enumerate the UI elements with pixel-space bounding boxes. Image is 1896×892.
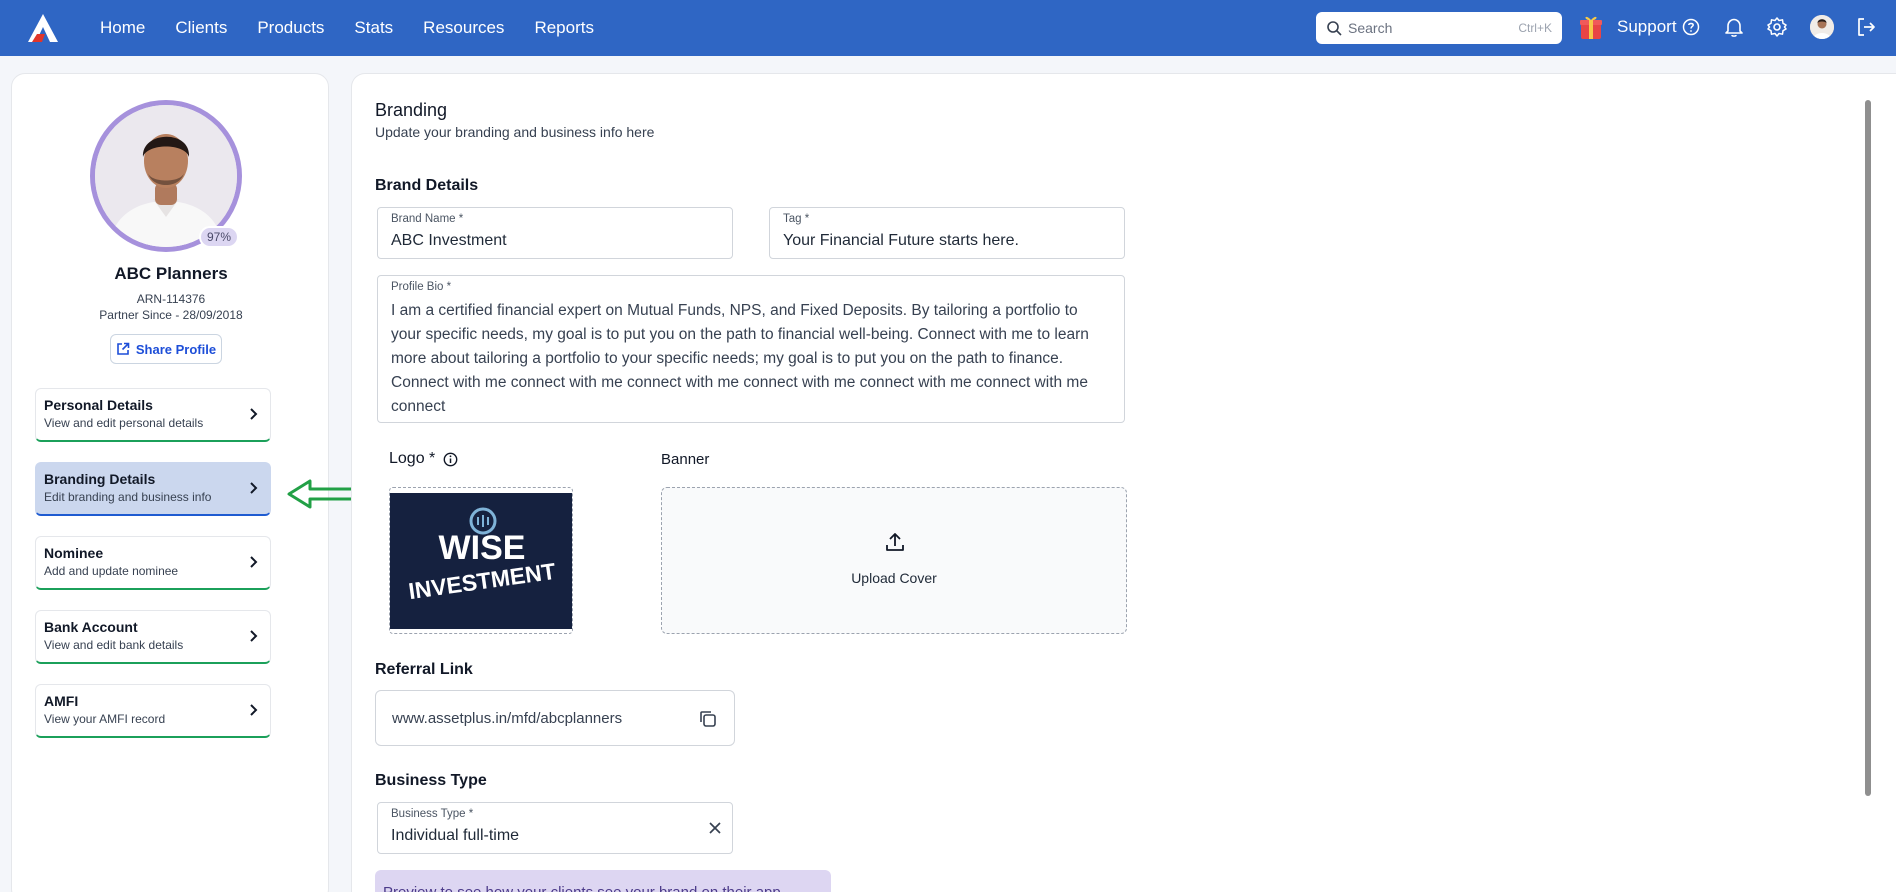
- profile-name: ABC Planners: [114, 264, 228, 283]
- banner-label: Banner: [661, 451, 710, 468]
- menu-title: Personal Details: [44, 397, 153, 413]
- search-input[interactable]: Search Ctrl+K: [1316, 12, 1562, 44]
- logout-icon[interactable]: [1855, 16, 1877, 38]
- chevron-right-icon: [250, 630, 258, 642]
- user-photo-icon: [1810, 15, 1834, 39]
- brand-logo-image: WISE INVESTMENT: [390, 493, 572, 629]
- menu-nominee[interactable]: Nominee Add and update nominee: [35, 536, 271, 590]
- chevron-right-icon: [250, 408, 258, 420]
- menu-branding-details[interactable]: Branding Details Edit branding and busin…: [35, 462, 271, 516]
- tag-field[interactable]: Tag * Your Financial Future starts here.: [769, 207, 1125, 259]
- nav-clients[interactable]: Clients: [175, 18, 227, 38]
- nav-reports[interactable]: Reports: [534, 18, 594, 38]
- menu-subtitle: Edit branding and business info: [44, 490, 212, 504]
- nav-stats[interactable]: Stats: [354, 18, 393, 38]
- logo-label: Logo *: [389, 450, 436, 467]
- menu-title: Branding Details: [44, 471, 156, 487]
- chevron-right-icon: [250, 704, 258, 716]
- search-shortcut: Ctrl+K: [1518, 21, 1552, 35]
- tag-value: Your Financial Future starts here.: [783, 232, 1019, 249]
- referral-link-value: www.assetplus.in/mfd/abcplanners: [392, 710, 623, 727]
- menu-title: Nominee: [44, 545, 104, 561]
- gift-icon[interactable]: [1580, 14, 1602, 40]
- page-title: Branding: [375, 100, 448, 120]
- brand-name-field[interactable]: Brand Name * ABC Investment: [377, 207, 733, 259]
- brand-name-value: ABC Investment: [391, 232, 507, 249]
- logo-text-top: WISE: [439, 529, 526, 567]
- logo-artwork-icon: WISE INVESTMENT: [390, 493, 572, 629]
- menu-subtitle: Add and update nominee: [44, 564, 179, 578]
- chevron-right-icon: [250, 556, 258, 568]
- branding-panel: [351, 73, 1896, 892]
- support-label: Support: [1617, 17, 1677, 36]
- bell-icon[interactable]: [1723, 16, 1745, 38]
- tag-label: Tag *: [783, 213, 810, 225]
- business-type-label: Business Type *: [391, 808, 474, 820]
- business-type-select[interactable]: Business Type * Individual full-time: [377, 802, 733, 854]
- app-logo-icon[interactable]: [28, 14, 58, 42]
- menu-bank-account[interactable]: Bank Account View and edit bank details: [35, 610, 271, 664]
- menu-subtitle: View and edit personal details: [44, 416, 204, 430]
- external-link-icon: [117, 342, 130, 355]
- menu-subtitle: View your AMFI record: [44, 712, 166, 726]
- banner-upload-box[interactable]: Upload Cover: [661, 487, 1127, 634]
- profile-completion-badge: 97%: [199, 226, 239, 248]
- upload-cover-label: Upload Cover: [851, 570, 937, 586]
- referral-link-field: www.assetplus.in/mfd/abcplanners: [375, 690, 735, 746]
- nav-home[interactable]: Home: [100, 18, 145, 38]
- business-type-heading: Business Type: [375, 772, 487, 789]
- referral-link-heading: Referral Link: [375, 661, 473, 678]
- menu-title: AMFI: [44, 693, 79, 709]
- close-icon[interactable]: [708, 821, 722, 835]
- menu-subtitle: View and edit bank details: [44, 638, 184, 652]
- profile-partner-since: Partner Since - 28/09/2018: [99, 308, 243, 322]
- menu-amfi[interactable]: AMFI View your AMFI record: [35, 684, 271, 738]
- main-nav: Home Clients Products Stats Resources Re…: [100, 0, 624, 56]
- gear-icon[interactable]: [1766, 16, 1788, 38]
- search-icon: [1327, 21, 1342, 36]
- brand-name-label: Brand Name *: [391, 213, 464, 225]
- menu-title: Bank Account: [44, 619, 138, 635]
- share-profile-label: Share Profile: [135, 341, 217, 357]
- business-type-value: Individual full-time: [391, 827, 520, 844]
- logo-label-group: Logo *: [389, 450, 458, 468]
- preview-banner[interactable]: Preview to see how your clients see your…: [375, 870, 831, 892]
- profile-bio-value: I am a certified financial expert on Mut…: [391, 302, 1089, 415]
- info-icon[interactable]: [443, 452, 458, 467]
- vertical-scrollbar[interactable]: [1865, 100, 1871, 796]
- top-nav-bar: Home Clients Products Stats Resources Re…: [0, 0, 1896, 56]
- help-circle-icon: [1682, 18, 1699, 36]
- nav-resources[interactable]: Resources: [423, 18, 504, 38]
- brand-details-heading: Brand Details: [375, 177, 479, 194]
- page-subtitle: Update your branding and business info h…: [375, 124, 655, 140]
- profile-bio-field[interactable]: Profile Bio * I am a certified financial…: [377, 275, 1125, 423]
- nav-products[interactable]: Products: [257, 18, 324, 38]
- chevron-right-icon: [250, 482, 258, 494]
- upload-icon: [886, 533, 904, 551]
- user-avatar[interactable]: [1810, 15, 1834, 39]
- copy-icon[interactable]: [698, 709, 718, 729]
- share-profile-button[interactable]: Share Profile: [110, 334, 222, 364]
- search-placeholder: Search: [1348, 20, 1393, 36]
- support-link[interactable]: Support: [1617, 17, 1700, 37]
- menu-personal-details[interactable]: Personal Details View and edit personal …: [35, 388, 271, 442]
- profile-arn: ARN-114376: [136, 292, 206, 306]
- profile-bio-label: Profile Bio *: [391, 281, 452, 293]
